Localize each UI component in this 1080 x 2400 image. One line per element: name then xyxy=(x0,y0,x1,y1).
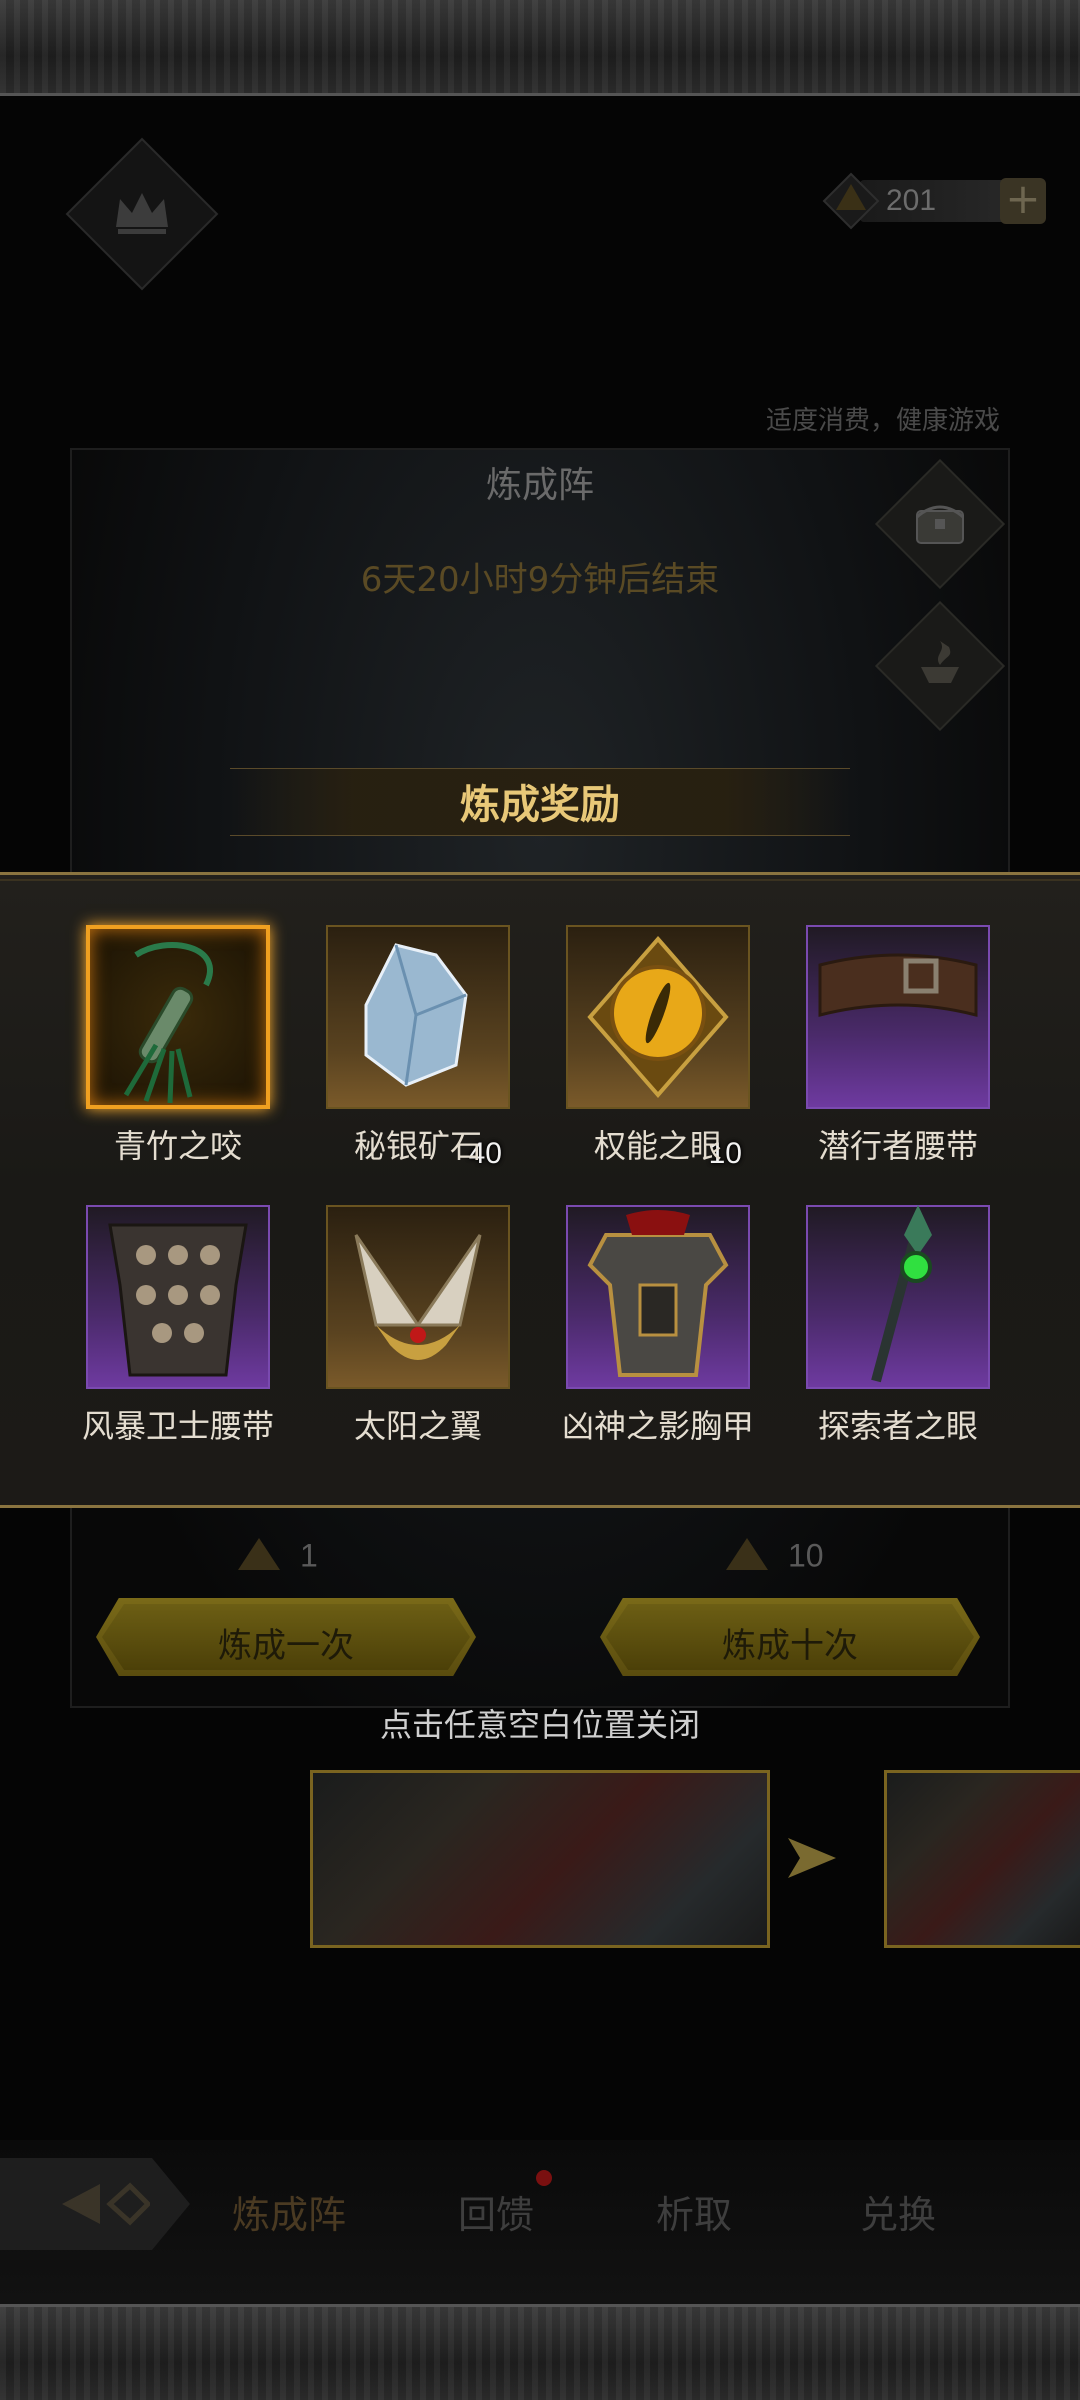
cost-value: 1 xyxy=(300,1537,318,1574)
craft-once-label: 炼成一次 xyxy=(218,1626,354,1666)
craft-ten-button[interactable]: 炼成十次 xyxy=(600,1598,980,1676)
back-arrow-icon xyxy=(62,2182,150,2226)
reward-panel: 青竹之咬 40 秘银矿石 10 权能之眼 潜行者腰带 风暴卫士腰带 太阳之翼 凶… xyxy=(0,872,1080,1508)
item-name: 潜行者腰带 xyxy=(817,1127,978,1165)
bottom-frame xyxy=(0,2304,1080,2400)
item-name: 凶神之影胸甲 xyxy=(561,1407,754,1445)
chest-icon xyxy=(913,497,967,551)
item-name: 风暴卫士腰带 xyxy=(81,1407,274,1445)
craft-ten-label: 炼成十次 xyxy=(722,1626,858,1666)
tab-rewards[interactable]: 回馈 xyxy=(458,2184,534,2239)
staff-icon xyxy=(871,1205,932,1383)
item-name: 秘银矿石 xyxy=(353,1127,482,1165)
reward-item[interactable]: 青竹之咬 xyxy=(76,925,276,1175)
brazier-icon xyxy=(913,637,967,695)
notification-dot xyxy=(536,2170,552,2186)
back-button[interactable] xyxy=(0,2158,190,2250)
panel-title: 炼成阵 xyxy=(485,465,594,506)
top-frame xyxy=(0,0,1080,96)
eye-amulet-icon xyxy=(587,935,729,1099)
tab-exchange[interactable]: 兑换 xyxy=(860,2184,936,2239)
reward-item[interactable]: 潜行者腰带 xyxy=(796,925,996,1175)
currency-display: 201 + xyxy=(820,170,1046,232)
craft-ten-cost: 10 xyxy=(724,1536,824,1580)
reward-item[interactable]: 探索者之眼 xyxy=(796,1205,996,1455)
item-name: 青竹之咬 xyxy=(113,1127,242,1165)
event-banner[interactable] xyxy=(310,1770,770,1948)
cost-value: 10 xyxy=(788,1537,824,1574)
reward-item[interactable]: 太阳之翼 xyxy=(316,1205,516,1455)
winged-crown-icon xyxy=(354,1234,482,1360)
item-name: 太阳之翼 xyxy=(353,1407,482,1445)
close-hint: 点击任意空白位置关闭 xyxy=(379,1706,700,1744)
health-notice: 适度消费，健康游戏 xyxy=(765,406,1000,436)
tab-extract[interactable]: 析取 xyxy=(656,2184,732,2239)
craft-once-button[interactable]: 炼成一次 xyxy=(96,1598,476,1676)
item-name: 权能之眼 xyxy=(593,1127,722,1165)
tab-alchemy[interactable]: 炼成阵 xyxy=(232,2184,346,2239)
add-currency-button[interactable]: + xyxy=(1000,178,1046,224)
reward-item[interactable]: 风暴卫士腰带 xyxy=(76,1205,276,1455)
belt-icon xyxy=(818,953,978,1017)
mithril-ore-icon xyxy=(364,943,468,1087)
reward-title: 炼成奖励 xyxy=(460,782,620,828)
item-name: 探索者之眼 xyxy=(817,1407,978,1445)
gem-icon xyxy=(820,170,882,236)
event-banner-next[interactable] xyxy=(884,1770,1080,1948)
chestplate-icon xyxy=(587,1210,729,1377)
reward-item[interactable]: 40 秘银矿石 xyxy=(316,925,516,1175)
reward-item[interactable]: 凶神之影胸甲 xyxy=(556,1205,756,1455)
bottom-nav: 炼成阵 回馈 析取 兑换 xyxy=(0,2140,1080,2304)
crown-icon xyxy=(112,189,172,239)
arrow-right-icon[interactable] xyxy=(786,1836,838,1884)
gem-icon xyxy=(236,1536,282,1580)
whip-icon xyxy=(123,942,213,1104)
currency-value: 201 xyxy=(886,184,937,217)
gem-icon xyxy=(724,1536,770,1580)
event-timer: 6天20小时9分钟后结束 xyxy=(360,560,720,600)
scale-belt-icon xyxy=(108,1223,248,1377)
craft-once-cost: 1 xyxy=(236,1536,318,1580)
reward-item[interactable]: 10 权能之眼 xyxy=(556,925,756,1175)
